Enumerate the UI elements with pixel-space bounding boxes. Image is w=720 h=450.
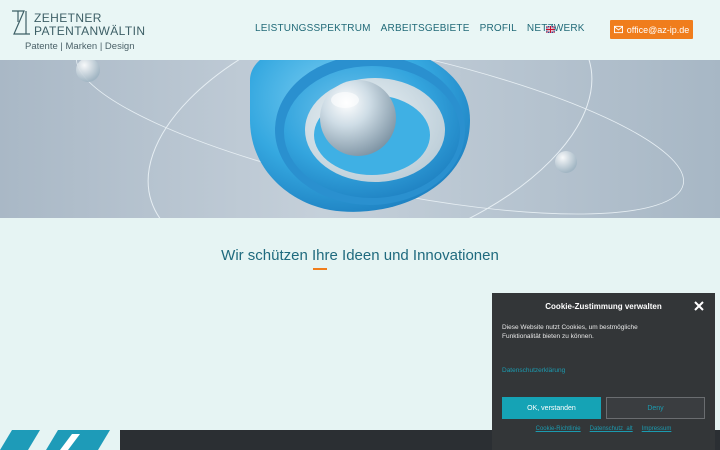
cookie-policy-link[interactable]: Cookie-Richtlinie (536, 426, 581, 432)
email-button[interactable]: office@az-ip.de (610, 20, 693, 39)
close-icon[interactable] (693, 300, 705, 312)
logo-name-line2: PATENTANWÄLTIN (34, 24, 146, 38)
privacy-alt-link[interactable]: Datenschutz_alt (590, 426, 633, 432)
logo-name-line1: ZEHETNER (34, 11, 102, 25)
tagline-accent-line (313, 268, 327, 270)
cookie-consent-dialog: Cookie-Zustimmung verwalten Diese Websit… (492, 293, 715, 450)
main-nav: LEISTUNGSSPEKTRUM ARBEITSGEBIETE PROFIL … (255, 23, 585, 34)
email-button-label: office@az-ip.de (626, 24, 690, 35)
site-logo[interactable]: ZEHETNER PATENTANWÄLTIN Patente | Marken… (10, 6, 145, 54)
nav-item-profil[interactable]: PROFIL (480, 23, 517, 34)
logo-mark-icon (12, 10, 30, 35)
cookie-dialog-text: Diese Website nutzt Cookies, um bestmögl… (502, 324, 638, 340)
logo-subtitle: Patente | Marken | Design (25, 41, 135, 52)
nav-item-netzwerk[interactable]: NETZWERK (527, 23, 585, 34)
cookie-footer-links: Cookie-Richtlinie Datenschutz_alt Impres… (492, 426, 715, 432)
nav-item-leistungsspektrum[interactable]: LEISTUNGSSPEKTRUM (255, 23, 371, 34)
site-header: ZEHETNER PATENTANWÄLTIN Patente | Marken… (0, 0, 720, 60)
cookie-dialog-title: Cookie-Zustimmung verwalten (545, 302, 662, 311)
hero-sphere-illustration (0, 60, 720, 218)
nav-item-arbeitsgebiete[interactable]: ARBEITSGEBIETE (381, 23, 470, 34)
imprint-link[interactable]: Impressum (642, 426, 672, 432)
deny-cookies-button[interactable]: Deny (606, 397, 705, 419)
page-tagline: Wir schützen Ihre Ideen und Innovationen (221, 247, 499, 264)
hero-image (0, 60, 720, 218)
accept-cookies-button[interactable]: OK, verstanden (502, 397, 601, 419)
envelope-icon (613, 25, 623, 34)
uk-flag-icon[interactable] (546, 26, 555, 33)
privacy-policy-link[interactable]: Datenschutzerklärung (502, 367, 565, 374)
